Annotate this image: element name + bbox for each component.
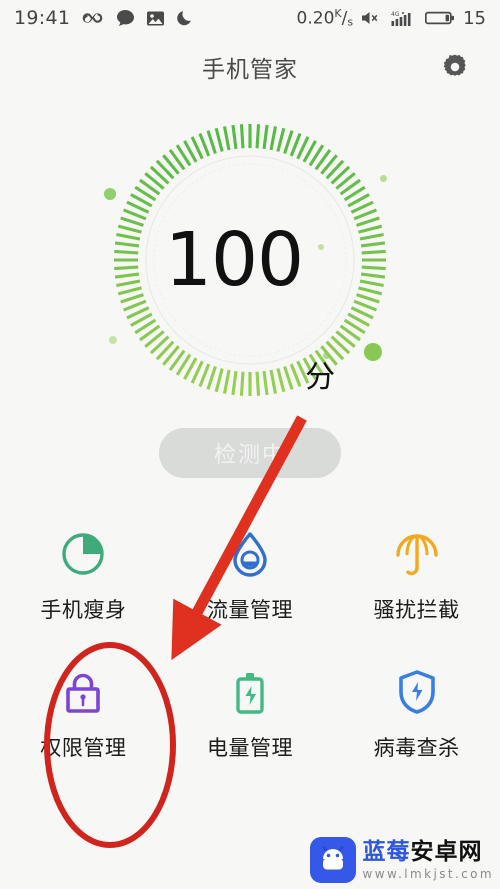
network-speed: 0.20K/s [296, 7, 354, 29]
feature-item-shield-bolt[interactable]: 病毒查杀 [333, 666, 500, 762]
feature-item-pie-chart[interactable]: 手机瘦身 [0, 528, 167, 624]
speed-unit-denominator: s [347, 15, 354, 29]
feature-item-water-drop[interactable]: 流量管理 [167, 528, 334, 624]
accent-dot [109, 336, 117, 344]
watermark-url: www.lmkjst.com [362, 866, 494, 881]
infinity-icon [81, 10, 105, 26]
page-title: 手机管家 [202, 57, 298, 83]
feature-grid: 手机瘦身 流量管理 骚扰拦截权限管理 电量管理 病毒查杀 [0, 528, 500, 762]
status-bar: 19:41 0.20K/s 4G 15 [0, 0, 500, 36]
feature-item-battery-bolt[interactable]: 电量管理 [167, 666, 334, 762]
signal-bars-icon: 4G [391, 10, 417, 27]
watermark-suffix: 安卓网 [410, 838, 483, 865]
umbrella-icon [391, 528, 443, 580]
status-bar-left: 19:41 [14, 7, 194, 29]
feature-label: 病毒查杀 [373, 736, 460, 760]
score-unit: 分 [305, 360, 336, 395]
shield-bolt-icon [391, 666, 443, 718]
score-value: 100 [164, 217, 304, 303]
feature-label: 手机瘦身 [40, 598, 127, 622]
title-bar: 手机管家 [0, 36, 500, 98]
accent-dot [318, 244, 324, 250]
watermark-site-name: 蓝莓安卓网 [362, 838, 494, 865]
watermark: 蓝莓安卓网 www.lmkjst.com [309, 837, 494, 883]
score-gauge: 100 分 [105, 115, 395, 405]
volume-mute-icon [361, 10, 383, 26]
accent-dot [379, 174, 387, 182]
status-bar-right: 0.20K/s 4G 15 [297, 7, 486, 29]
accent-dot [322, 351, 330, 359]
feature-label: 骚扰拦截 [373, 598, 460, 622]
watermark-brand: 蓝莓 [362, 838, 411, 865]
battery-icon [425, 10, 455, 26]
photo-icon [146, 10, 165, 27]
feature-label: 电量管理 [206, 736, 293, 760]
score-gauge-section: 100 分 [0, 110, 500, 410]
accent-dot [364, 343, 382, 361]
watermark-text: 蓝莓安卓网 www.lmkjst.com [362, 838, 494, 881]
pie-chart-icon [57, 528, 109, 580]
water-drop-icon [224, 528, 276, 580]
gear-icon[interactable] [438, 50, 472, 84]
battery-bolt-icon [224, 666, 276, 718]
feature-label: 权限管理 [40, 736, 127, 760]
android-robot-icon [309, 837, 356, 883]
lock-icon [57, 666, 109, 718]
feature-label: 流量管理 [206, 598, 293, 622]
chat-bubble-icon [116, 9, 135, 27]
status-time: 19:41 [14, 7, 71, 29]
speed-unit-numerator: K [334, 7, 342, 21]
network-speed-value: 0.20 [296, 8, 335, 29]
battery-percent: 15 [463, 7, 486, 29]
scan-status-button[interactable]: 检测中 [159, 428, 341, 478]
svg-text:4G: 4G [391, 11, 400, 18]
scan-status-label: 检测中 [213, 442, 286, 467]
moon-icon [176, 9, 194, 27]
accent-dot [104, 188, 116, 200]
feature-item-umbrella[interactable]: 骚扰拦截 [333, 528, 500, 624]
feature-item-lock[interactable]: 权限管理 [0, 666, 167, 762]
score-display: 100 分 [105, 115, 395, 405]
